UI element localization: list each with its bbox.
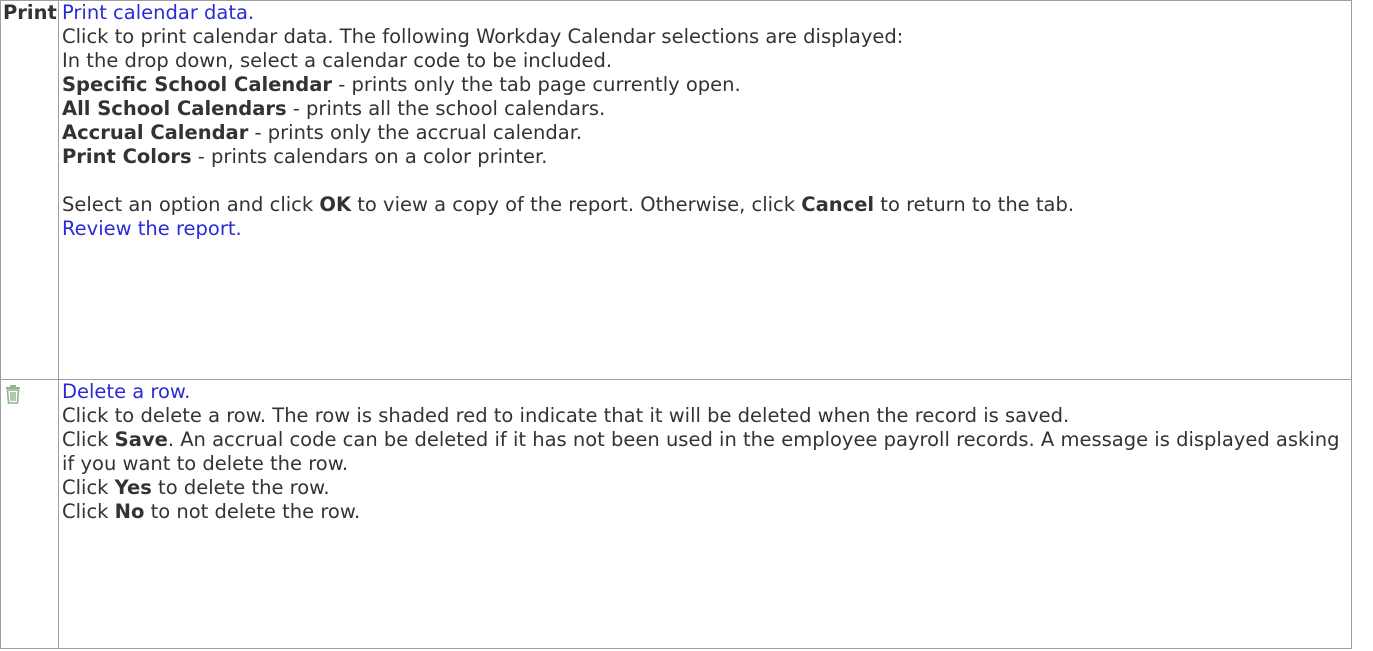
- print-description: Print calendar data. Click to print cale…: [58, 0, 1352, 380]
- table-row-print: Print Print calendar data. Click to prin…: [0, 0, 1352, 380]
- dropdown-note-text: In the drop down, select a calendar code…: [62, 49, 613, 72]
- no-instructions: Click No to not delete the row.: [62, 500, 361, 523]
- trash-icon[interactable]: [4, 384, 22, 404]
- select-option-instructions: Select an option and click OK to view a …: [62, 193, 1075, 216]
- delete-row-link[interactable]: Delete a row.: [62, 380, 190, 403]
- yes-instructions: Click Yes to delete the row.: [62, 476, 330, 499]
- help-table: Print Print calendar data. Click to prin…: [0, 0, 1352, 649]
- table-row-delete: Delete a row. Click to delete a row. The…: [0, 379, 1352, 649]
- print-calendar-data-link[interactable]: Print calendar data.: [62, 1, 254, 24]
- save-instructions: Click Save. An accrual code can be delet…: [62, 428, 1340, 475]
- delete-intro-text: Click to delete a row. The row is shaded…: [62, 404, 1070, 427]
- delete-icon-cell: [0, 379, 59, 649]
- option-accrual-calendar: Accrual Calendar - prints only the accru…: [62, 121, 583, 144]
- review-report-link[interactable]: Review the report.: [62, 217, 242, 240]
- delete-description: Delete a row. Click to delete a row. The…: [58, 379, 1352, 649]
- option-all-school-calendars: All School Calendars - prints all the sc…: [62, 97, 606, 120]
- option-specific-school-calendar: Specific School Calendar - prints only t…: [62, 73, 741, 96]
- option-print-colors: Print Colors - prints calendars on a col…: [62, 145, 548, 168]
- print-label: Print: [0, 0, 59, 380]
- print-intro-text: Click to print calendar data. The follow…: [62, 25, 904, 48]
